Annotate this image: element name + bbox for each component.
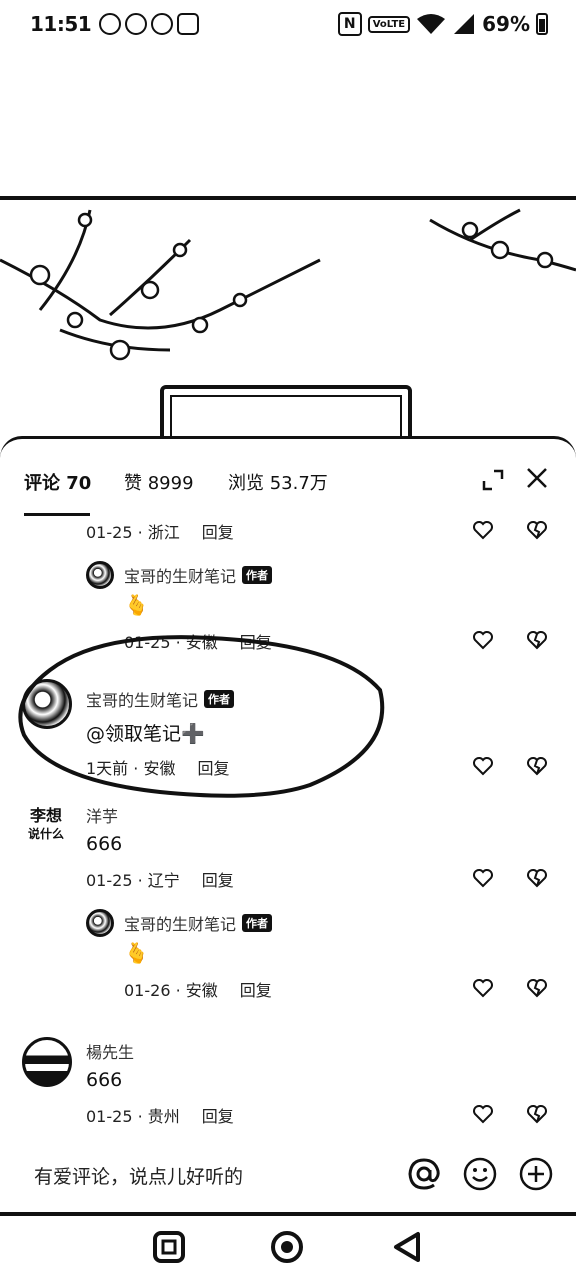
comment-text: 🫰 [124, 593, 149, 617]
plum-blossom-illustration [0, 208, 576, 361]
comment-author[interactable]: 宝哥的生财笔记 作者 [124, 911, 273, 935]
tab-comments[interactable]: 评论 70 [24, 469, 91, 495]
reply-button[interactable]: 回复 [202, 1107, 234, 1126]
status-time: 11:51 [30, 12, 92, 36]
notification-icons [99, 13, 200, 35]
avatar-label: 李想 [29, 806, 62, 825]
heart-icon[interactable] [472, 629, 494, 651]
heart-icon[interactable] [472, 867, 494, 889]
battery-level: 69% [482, 12, 530, 36]
home-icon[interactable] [270, 1230, 304, 1264]
avatar[interactable] [22, 1037, 72, 1087]
nfc-icon: N [337, 12, 362, 36]
tab-views[interactable]: 浏览 53.7万 [228, 469, 328, 495]
close-icon[interactable] [524, 465, 550, 491]
avatar[interactable]: 李想 说什么 [22, 807, 70, 843]
avatar[interactable] [86, 561, 114, 589]
comment-list: 01-25 · 浙江 回复 宝哥的生财笔记 作者 🫰 01-25 · 安徽 回复 宝… [0, 515, 576, 1155]
author-name: 宝哥的生财笔记 [124, 915, 237, 934]
broken-heart-icon[interactable] [526, 629, 548, 651]
broken-heart-icon[interactable] [526, 519, 548, 541]
broken-heart-icon[interactable] [526, 1103, 548, 1125]
comment-date-location: 01-25 · 浙江 [86, 523, 180, 542]
comment-author[interactable]: 宝哥的生财笔记 作者 [124, 563, 273, 587]
reply-button[interactable]: 回复 [202, 871, 234, 890]
comment-text: 🫰 [124, 941, 149, 965]
circle-annotation [18, 635, 385, 798]
comment-meta: 01-26 · 安徽 回复 [124, 977, 272, 1001]
wifi-icon [417, 14, 446, 34]
avatar-sublabel: 说什么 [27, 827, 64, 841]
author-badge: 作者 [242, 566, 273, 584]
broken-heart-icon[interactable] [526, 867, 548, 889]
broken-heart-icon[interactable] [526, 977, 548, 999]
status-bar: 11:51 N VoLTE 69% [0, 0, 576, 48]
comment-author[interactable]: 洋芋 [86, 803, 118, 827]
comment-input[interactable]: 有爱评论，说点儿好听的 [34, 1162, 243, 1189]
comment-meta: 01-25 · 浙江 回复 [86, 519, 234, 543]
comment-sheet: 评论 70 赞 8999 浏览 53.7万 01-25 · 浙江 回复 宝哥的生财… [0, 436, 576, 1216]
avatar[interactable] [86, 909, 114, 937]
back-icon[interactable] [390, 1230, 424, 1264]
recent-apps-icon[interactable] [152, 1230, 186, 1264]
heart-icon[interactable] [472, 1103, 494, 1125]
expand-icon[interactable] [480, 467, 506, 493]
chat-icon [125, 13, 148, 35]
sheet-header: 评论 70 赞 8999 浏览 53.7万 [0, 439, 576, 516]
comment-meta: 01-25 · 辽宁 回复 [86, 867, 234, 891]
emoji-icon[interactable] [462, 1156, 498, 1192]
comment-date-location: 01-25 · 辽宁 [86, 871, 180, 890]
comment-date-location: 01-25 · 贵州 [86, 1107, 180, 1126]
author-badge: 作者 [242, 914, 273, 932]
reply-button[interactable]: 回复 [202, 523, 234, 542]
comment-input-bar: 有爱评论，说点儿好听的 [0, 1148, 576, 1204]
battery-icon [536, 13, 548, 35]
author-name: 宝哥的生财笔记 [124, 567, 237, 586]
tab-likes[interactable]: 赞 8999 [124, 469, 194, 495]
broken-heart-icon[interactable] [526, 755, 548, 777]
heart-icon[interactable] [472, 977, 494, 999]
circle-icon [151, 13, 174, 35]
author-name: 洋芋 [86, 807, 119, 826]
author-name: 楊先生 [86, 1043, 135, 1062]
chat-icon [99, 13, 122, 35]
comment-author[interactable]: 楊先生 [86, 1039, 134, 1063]
add-icon[interactable] [518, 1156, 554, 1192]
comment-text: 666 [86, 1069, 123, 1091]
system-nav-bar [0, 1216, 576, 1280]
app-icon [177, 13, 200, 35]
heart-icon[interactable] [472, 755, 494, 777]
mention-icon[interactable] [406, 1156, 442, 1192]
comment-meta: 01-25 · 贵州 回复 [86, 1103, 234, 1127]
volte-icon: VoLTE [367, 15, 411, 33]
comment-text: 666 [86, 833, 123, 855]
comment-date-location: 01-26 · 安徽 [124, 981, 218, 1000]
reply-button[interactable]: 回复 [240, 981, 272, 1000]
heart-icon[interactable] [472, 519, 494, 541]
status-right: N VoLTE 69% [337, 12, 548, 36]
signal-icon [454, 14, 475, 34]
